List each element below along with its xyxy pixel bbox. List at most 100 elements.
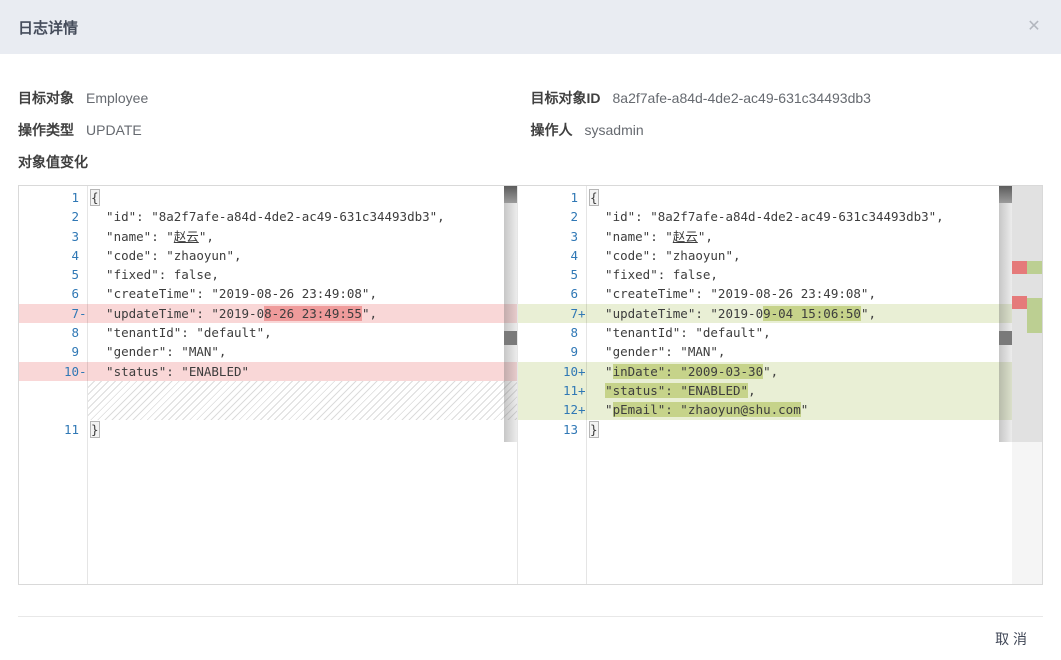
operator-value: sysadmin [585,122,644,138]
left-pane-scrollbar[interactable] [504,186,517,442]
diff-line: 10+ "inDate": "2009-03-30", [518,362,1012,381]
line-number: 9 [19,342,88,361]
diff-line: 4 "code": "zhaoyun", [19,246,517,265]
code-text: "id": "8a2f7afe-a84d-4de2-ac49-631c34493… [587,207,944,226]
code-text: "status": "ENABLED", [587,381,756,400]
line-number: 13 [518,420,587,439]
diff-line: 11+ "status": "ENABLED", [518,381,1012,400]
ruler-deletion-marker [1012,296,1027,309]
target-object-id-value: 8a2f7afe-a84d-4de2-ac49-631c34493db3 [613,90,871,106]
modal-header: 日志详情 ✕ [0,0,1061,54]
line-number: 7- [19,304,88,323]
line-number: 4 [19,246,88,265]
code-text: "id": "8a2f7afe-a84d-4de2-ac49-631c34493… [88,207,445,226]
diff-line: 5 "fixed": false, [518,265,1012,284]
diff-line: 9 "gender": "MAN", [19,342,517,361]
line-number: 10- [19,362,88,381]
object-change-section-label: 对象值变化 [18,152,1043,172]
line-number: 4 [518,246,587,265]
info-row-1: 目标对象 Employee 目标对象ID 8a2f7afe-a84d-4de2-… [18,88,1043,108]
diff-line: 12+ "pEmail": "zhaoyun@shu.com" [518,400,1012,419]
modal-body: 目标对象 Employee 目标对象ID 8a2f7afe-a84d-4de2-… [0,88,1061,660]
operation-type-value: UPDATE [86,122,142,138]
diff-line: 3 "name": "赵云", [19,227,517,246]
right-gutter-separator [586,186,587,584]
line-number: 2 [19,207,88,226]
left-scrollbar-handle[interactable] [504,331,517,345]
line-number: 8 [518,323,587,342]
cancel-button[interactable]: 取 消 [995,629,1027,649]
ruler-deletion-marker [1012,261,1027,274]
diff-filler-block [88,381,517,420]
line-number: 12+ [518,400,587,419]
code-text: "name": "赵云", [88,227,214,246]
operation-type-label: 操作类型 [18,120,74,140]
diff-line: 1{ [518,188,1012,207]
line-number: 3 [19,227,88,246]
line-number: 1 [19,188,88,207]
code-text: } [88,420,99,439]
diff-left-rows: 1{2 "id": "8a2f7afe-a84d-4de2-ac49-631c3… [19,186,517,439]
line-number: 10+ [518,362,587,381]
diff-right-rows: 1{2 "id": "8a2f7afe-a84d-4de2-ac49-631c3… [518,186,1012,439]
code-text: "fixed": false, [587,265,718,284]
code-text: { [88,188,99,207]
diff-left-pane[interactable]: 1{2 "id": "8a2f7afe-a84d-4de2-ac49-631c3… [19,186,517,584]
target-object-label: 目标对象 [18,88,74,108]
diff-viewer: 1{2 "id": "8a2f7afe-a84d-4de2-ac49-631c3… [18,185,1043,585]
code-text: "gender": "MAN", [88,342,226,361]
diff-line: 13} [518,420,1012,439]
field-target-object-id: 目标对象ID 8a2f7afe-a84d-4de2-ac49-631c34493… [531,88,1044,108]
right-scrollbar-handle[interactable] [999,331,1012,345]
target-object-id-label: 目标对象ID [531,88,601,108]
line-number: 6 [518,284,587,303]
diff-line: 8 "tenantId": "default", [518,323,1012,342]
ruler-track-lower [1012,442,1042,584]
line-number: 9 [518,342,587,361]
diff-line: 7+ "updateTime": "2019-09-04 15:06:50", [518,304,1012,323]
code-text: "updateTime": "2019-09-04 15:06:50", [587,304,876,323]
code-text: "name": "赵云", [587,227,713,246]
line-number: 8 [19,323,88,342]
line-number: 5 [518,265,587,284]
code-text: "gender": "MAN", [587,342,725,361]
diff-line: 4 "code": "zhaoyun", [518,246,1012,265]
diff-line: 11} [19,420,517,439]
diff-line: 6 "createTime": "2019-08-26 23:49:08", [518,284,1012,303]
code-text: "status": "ENABLED" [88,362,249,381]
right-scrollbar-thumb[interactable] [999,186,1012,203]
line-number: 11 [19,420,88,439]
diff-overview-ruler [1012,186,1042,584]
left-scrollbar-thumb[interactable] [504,186,517,203]
diff-line: 8 "tenantId": "default", [19,323,517,342]
diff-line: 10- "status": "ENABLED" [19,362,517,381]
code-text: { [587,188,598,207]
field-target-object: 目标对象 Employee [18,88,531,108]
diff-line: 2 "id": "8a2f7afe-a84d-4de2-ac49-631c344… [518,207,1012,226]
diff-line: 6 "createTime": "2019-08-26 23:49:08", [19,284,517,303]
right-pane-scrollbar[interactable] [999,186,1012,442]
line-number: 1 [518,188,587,207]
diff-line: 1{ [19,188,517,207]
code-text: "tenantId": "default", [587,323,771,342]
code-text: "code": "zhaoyun", [587,246,741,265]
modal-footer: 取 消 [18,616,1043,660]
diff-line: 2 "id": "8a2f7afe-a84d-4de2-ac49-631c344… [19,207,517,226]
code-text: "fixed": false, [88,265,219,284]
code-text: "tenantId": "default", [88,323,272,342]
close-icon[interactable]: ✕ [1023,16,1045,38]
code-text: "inDate": "2009-03-30", [587,362,778,381]
ruler-addition-marker [1027,261,1042,274]
line-number: 7+ [518,304,587,323]
line-number: 11+ [518,381,587,400]
info-row-2: 操作类型 UPDATE 操作人 sysadmin [18,120,1043,140]
left-gutter-separator [87,186,88,584]
diff-line: 3 "name": "赵云", [518,227,1012,246]
line-number: 5 [19,265,88,284]
code-text: } [587,420,598,439]
code-text: "createTime": "2019-08-26 23:49:08", [587,284,876,303]
diff-right-pane[interactable]: 1{2 "id": "8a2f7afe-a84d-4de2-ac49-631c3… [517,186,1042,584]
line-number: 3 [518,227,587,246]
diff-line: 5 "fixed": false, [19,265,517,284]
field-operator: 操作人 sysadmin [531,120,1044,140]
